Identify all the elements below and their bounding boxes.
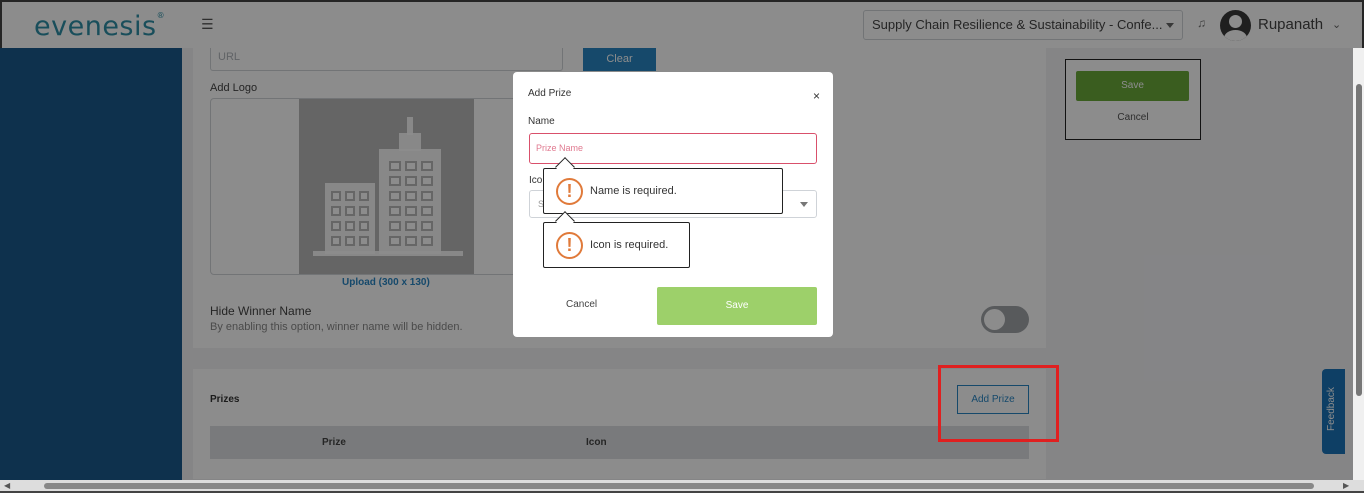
warning-icon: ! [556,178,583,205]
name-error-message: Name is required. [590,185,677,197]
add-prize-highlight [938,365,1059,442]
name-field-label: Name [528,116,555,127]
warning-icon: ! [556,232,583,259]
icon-error-tooltip: ! Icon is required. [543,211,690,268]
vertical-scroll-thumb[interactable] [1356,84,1362,396]
horizontal-scrollbar[interactable]: ◀ ▶ [0,480,1364,493]
modal-save-button[interactable]: Save [657,287,817,325]
chevron-down-icon [800,202,808,207]
scroll-right-arrow-icon[interactable]: ▶ [1343,481,1349,490]
scroll-left-arrow-icon[interactable]: ◀ [4,481,10,490]
icon-error-message: Icon is required. [590,239,669,251]
close-icon[interactable]: × [813,89,820,103]
name-error-tooltip: ! Name is required. [543,157,783,214]
vertical-scrollbar[interactable] [1353,48,1364,480]
modal-cancel-button[interactable]: Cancel [566,299,597,310]
modal-title: Add Prize [528,88,572,99]
prize-name-input[interactable]: Prize Name [529,133,817,164]
horizontal-scroll-thumb[interactable] [44,483,1314,489]
